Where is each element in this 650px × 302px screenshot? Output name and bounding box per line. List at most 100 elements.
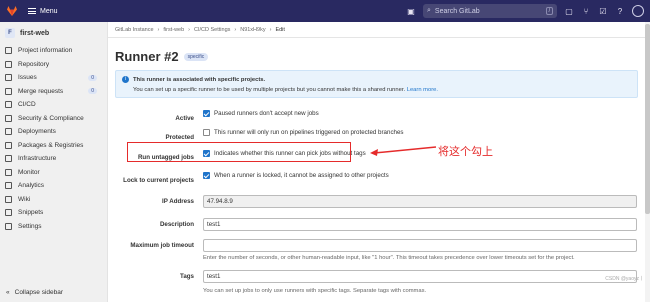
cloud-icon [5,155,12,163]
sidebar-item[interactable]: Wiki [0,193,107,207]
search-icon: ⌕ [427,7,431,14]
breadcrumb: GitLab Instance › first-web › CI/CD Settin… [115,27,285,33]
sidebar-item-label: Packages & Registries [18,141,84,149]
runner-type-badge: specific [183,52,209,61]
sidebar-item-label: Infrastructure [18,155,57,163]
sidebar-item[interactable]: Deployments [0,125,107,139]
ip-address-field: 47.94.8.9 [203,195,637,208]
count-badge: 0 [88,88,97,95]
sidebar-project-header[interactable]: F first-web [0,22,107,44]
breadcrumb-item[interactable]: first-web [163,27,184,33]
project-sidebar: F first-web Project information Repositor… [0,22,108,302]
lock-checkbox[interactable] [203,172,210,179]
protected-checkbox-text: This runner will only run on pipelines t… [214,129,404,136]
user-avatar[interactable] [632,5,644,17]
sidebar-item[interactable]: Merge requests 0 [0,85,107,99]
active-checkbox[interactable] [203,110,210,117]
sidebar-item[interactable]: Issues 0 [0,71,107,85]
search-input[interactable]: ⌕ Search GitLab / [423,4,557,18]
breadcrumb-item[interactable]: GitLab Instance [115,27,154,33]
page-title-text: Runner #2 [115,49,179,64]
book-icon [5,195,12,203]
watermark: CSDN @yaoyz丨 [605,276,644,282]
page-title: Runner #2 specific [115,49,209,64]
sidebar-item-label: Issues [18,74,37,82]
divider [108,37,650,38]
lock-label: Lock to current projects [123,177,194,184]
alert-body: You can set up a specific runner to be u… [133,87,406,93]
sidebar-item[interactable]: Monitor [0,166,107,180]
issues-icon [5,74,12,82]
active-checkbox-text: Paused runners don't accept new jobs [214,110,319,117]
max-timeout-input[interactable] [203,239,637,252]
info-icon [5,47,12,55]
gear-icon [5,222,12,230]
active-label: Active [175,115,194,122]
sidebar-item[interactable]: Analytics [0,179,107,193]
learn-more-link[interactable]: Learn more. [407,87,438,93]
protected-label: Protected [165,134,194,141]
lock-checkbox-text: When a runner is locked, it cannot be as… [214,172,389,179]
sidebar-item[interactable]: Project information [0,44,107,58]
collapse-sidebar-button[interactable]: « Collapse sidebar [6,289,63,296]
shield-icon [5,114,12,122]
tags-label: Tags [180,273,194,280]
monitor-icon [5,168,12,176]
menu-label: Menu [40,7,58,15]
breadcrumb-current: Edit [275,27,285,33]
sidebar-item-label: Monitor [18,168,40,176]
project-avatar: F [5,28,15,38]
ip-address-label: IP Address [162,198,194,205]
sidebar-item-label: CI/CD [18,101,36,109]
sidebar-item-label: Security & Compliance [18,114,84,122]
sidebar-item[interactable]: Repository [0,58,107,72]
sidebar-item-label: Project information [18,47,73,55]
annotation-arrow-icon [370,146,437,156]
description-input[interactable]: test1 [203,218,637,231]
annotation-text: 将这个勾上 [438,146,493,158]
sidebar-item-label: Settings [18,222,42,230]
breadcrumb-item[interactable]: CI/CD Settings [194,27,230,33]
sidebar-item-label: Snippets [18,209,44,217]
merge-requests-icon[interactable]: ⑂ [581,6,591,16]
tags-hint: You can set up jobs to only use runners … [203,288,427,294]
sidebar-item-label: Wiki [18,195,31,203]
create-new-icon[interactable]: ▣ [406,6,416,16]
todos-icon[interactable]: ☑ [598,6,608,16]
chart-icon [5,182,12,190]
tags-input[interactable]: test1 [203,270,637,283]
sidebar-item-label: Analytics [18,182,45,190]
menu-button[interactable]: Menu [28,8,58,15]
sidebar-item[interactable]: Security & Compliance [0,112,107,126]
protected-checkbox[interactable] [203,129,210,136]
top-navbar: Menu ▣ ⌕ Search GitLab / ▢ ⑂ ☑ ? [0,0,650,22]
info-alert: i This runner is associated with specifi… [115,70,638,98]
issues-icon[interactable]: ▢ [564,6,574,16]
main-content: GitLab Instance › first-web › CI/CD Settin… [108,22,650,302]
timeout-hint: Enter the number of seconds, or other hu… [203,255,575,261]
hamburger-icon [28,8,36,14]
search-shortcut-key: / [545,7,553,15]
sidebar-item[interactable]: Packages & Registries [0,139,107,153]
sidebar-item-label: Repository [18,60,50,68]
alert-title: This runner is associated with specific … [133,77,266,83]
sidebar-item[interactable]: Snippets [0,206,107,220]
repo-icon [5,60,12,68]
scrollbar-thumb[interactable] [645,24,650,214]
sidebar-item[interactable]: CI/CD [0,98,107,112]
double-chevron-left-icon: « [6,289,10,296]
info-icon: i [122,76,129,83]
sidebar-item-label: Merge requests [18,87,64,95]
sidebar-item[interactable]: Settings [0,220,107,234]
snippet-icon [5,209,12,217]
help-icon[interactable]: ? [615,6,625,16]
max-timeout-label: Maximum job timeout [130,242,194,249]
sidebar-item[interactable]: Infrastructure [0,152,107,166]
breadcrumb-item[interactable]: N91xH9ky [240,27,265,33]
description-label: Description [159,221,194,228]
annotation-highlight-box [127,142,351,162]
deploy-icon [5,128,12,136]
package-icon [5,141,12,149]
gitlab-logo-icon[interactable] [6,5,18,17]
project-name: first-web [20,29,50,37]
